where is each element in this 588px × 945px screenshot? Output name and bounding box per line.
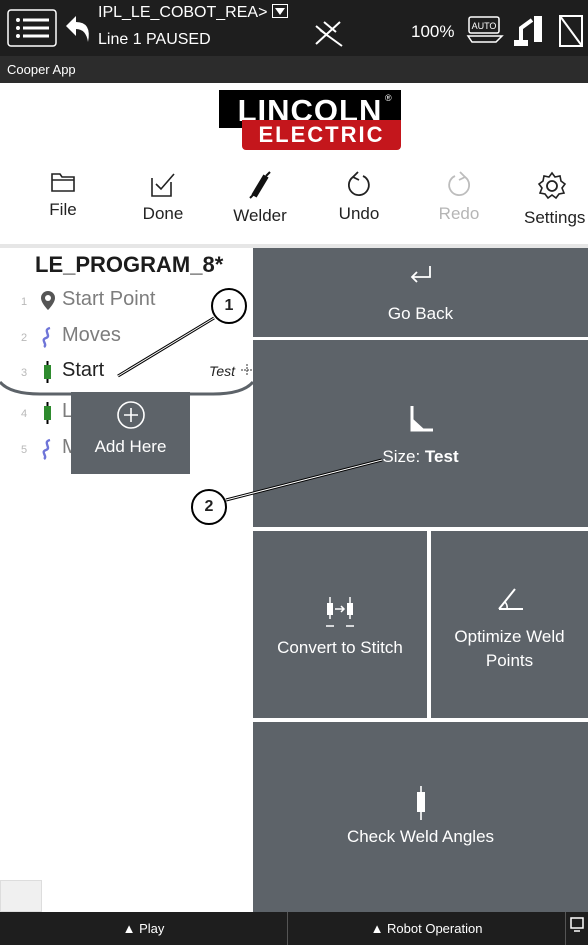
- program-name: IPL_LE_COBOT_REA>: [98, 4, 288, 21]
- speed-readout: 100%: [411, 22, 455, 41]
- check-weld-angles-tile[interactable]: Check Weld Angles: [253, 722, 588, 912]
- auto-mode-icon: AUTO: [466, 14, 506, 44]
- settings-button[interactable]: Settings: [520, 164, 588, 240]
- program-line[interactable]: 2 Moves: [0, 322, 253, 352]
- lincoln-electric-logo: LINCOLN ELECTRIC ®: [219, 90, 401, 154]
- callout-1: 1: [211, 288, 247, 324]
- torch-icon: [44, 402, 51, 424]
- app-title: Cooper App: [7, 62, 76, 77]
- app-title-bar: Cooper App: [0, 56, 588, 83]
- welding-torch-icon: [249, 171, 271, 199]
- program-title: LE_PROGRAM_8*: [35, 252, 224, 277]
- angle-icon: [497, 588, 523, 610]
- redo-icon: [448, 171, 470, 196]
- path-icon: [42, 438, 51, 460]
- screen-icon[interactable]: [566, 912, 588, 945]
- stitch-icon: [326, 597, 354, 627]
- torch-icon: [416, 786, 425, 820]
- size-tag: Test: [209, 363, 235, 379]
- folder-icon: [51, 173, 75, 192]
- back-arrow-icon[interactable]: [62, 10, 96, 46]
- add-here-button[interactable]: Add Here: [71, 392, 190, 474]
- line-state: Line 1 PAUSED: [98, 31, 211, 48]
- wire-feed-off-icon: [315, 21, 343, 47]
- weld-size-tile[interactable]: Size: Test: [253, 340, 588, 527]
- convert-to-stitch-tile[interactable]: Convert to Stitch: [253, 531, 427, 718]
- go-back-tile[interactable]: Go Back: [253, 248, 588, 337]
- robot-arm-icon: [514, 16, 542, 46]
- checkbox-icon: [151, 173, 175, 197]
- optimize-weld-points-tile[interactable]: Optimize Weld Points: [431, 531, 588, 718]
- panel-resize-handle[interactable]: [0, 880, 42, 912]
- toolbar: File Done Welder Undo Redo Settings: [0, 164, 588, 244]
- return-arrow-icon: [410, 266, 431, 283]
- dropdown-icon[interactable]: [271, 4, 288, 18]
- door-open-icon: [559, 15, 583, 47]
- welder-button[interactable]: Welder: [228, 164, 292, 240]
- done-button[interactable]: Done: [136, 164, 190, 240]
- hamburger-menu-icon[interactable]: [6, 8, 58, 48]
- fillet-weld-icon: [410, 406, 433, 432]
- gear-icon: [537, 171, 567, 200]
- bottom-bar: ▲ Play ▲ Robot Operation: [0, 912, 588, 945]
- status-bar: IPL_LE_COBOT_REA> Line 1 PAUSED 100% AUT…: [0, 0, 588, 56]
- callout-2: 2: [191, 489, 227, 525]
- undo-icon: [348, 171, 370, 196]
- plus-circle-icon: [116, 401, 145, 429]
- play-button[interactable]: ▲ Play: [0, 912, 288, 945]
- svg-text:AUTO: AUTO: [472, 21, 497, 31]
- move-cursor-icon[interactable]: [241, 364, 253, 376]
- program-panel: LE_PROGRAM_8* 1 Start Point 2 Moves 3 St…: [0, 248, 253, 912]
- location-pin-icon: [41, 291, 55, 310]
- undo-button[interactable]: Undo: [334, 164, 384, 240]
- redo-button[interactable]: Redo: [434, 164, 484, 240]
- file-button[interactable]: File: [38, 164, 88, 240]
- path-icon: [42, 326, 51, 348]
- robot-operation-button[interactable]: ▲ Robot Operation: [288, 912, 566, 945]
